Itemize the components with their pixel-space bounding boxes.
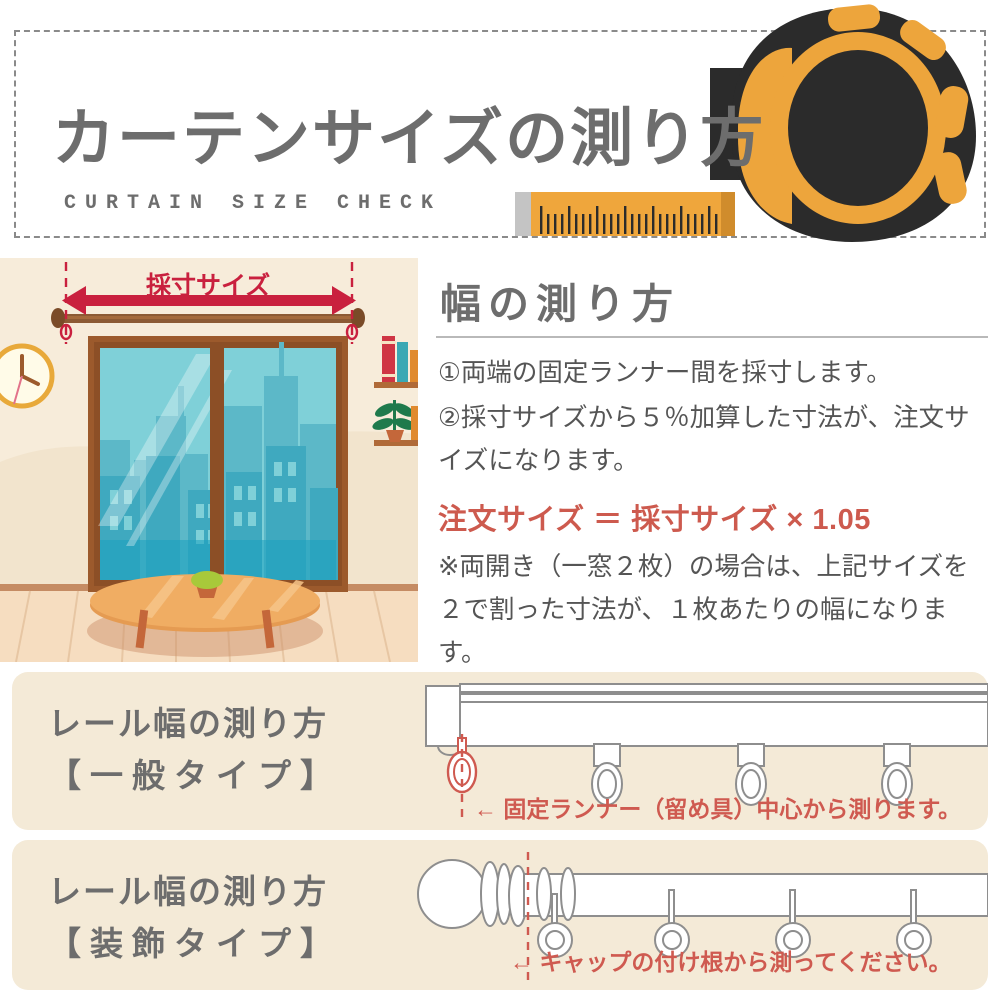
rail-decor-title: レール幅の測り方 【装飾タイプ】: [48, 866, 342, 970]
rail-decor-title-line1: レール幅の測り方: [48, 873, 328, 910]
step-2: ②採寸サイズから５％加算した寸法が、注文サイズになります。: [438, 403, 970, 475]
order-size-formula: 注文サイズ ＝ 採寸サイズ × 1.05: [438, 504, 871, 537]
rail-section-general: レール幅の測り方 【一般タイプ】 ← 固定ランナー（留め具）中心から測ります。: [12, 672, 988, 830]
rail-section-decorative: レール幅の測り方 【装飾タイプ】 ← キャップの付け根から測ってください。: [12, 840, 988, 990]
rail-general-title-line1: レール幅の測り方: [48, 705, 328, 742]
rail-general-title-line2: 【一般タイプ】: [48, 757, 342, 795]
rail-decor-title-line2: 【装飾タイプ】: [48, 925, 342, 963]
header-section: カーテンサイズの測り方 CURTAIN SIZE CHECK: [0, 0, 1000, 258]
width-measurement-section: 幅の測り方 ①両端の固定ランナー間を採寸します。 ②採寸サイズから５％加算した寸…: [434, 258, 994, 667]
rail-general-note: ← 固定ランナー（留め具）中心から測ります。: [474, 796, 962, 822]
measure-size-label: 採寸サイズ: [146, 272, 271, 300]
rail-decor-note: ← キャップの付け根から測ってください。: [510, 949, 952, 975]
heading-divider: [436, 336, 988, 338]
page-subtitle: CURTAIN SIZE CHECK: [64, 192, 443, 215]
width-section-heading: 幅の測り方: [440, 281, 680, 327]
page-title: カーテンサイズの測り方: [52, 104, 766, 174]
step-1: ①両端の固定ランナー間を採寸します。: [438, 359, 892, 387]
middle-row: 採寸サイズ 幅の測り方 ①両端の固定ランナー間を採寸します。 ②採寸サイズから５…: [0, 258, 1000, 667]
double-open-note: ※両開き（一窓２枚）の場合は、上記サイズを２で割った寸法が、１枚あたりの幅になり…: [438, 553, 969, 668]
room-illustration: [0, 258, 418, 662]
rail-general-title: レール幅の測り方 【一般タイプ】: [48, 698, 342, 802]
